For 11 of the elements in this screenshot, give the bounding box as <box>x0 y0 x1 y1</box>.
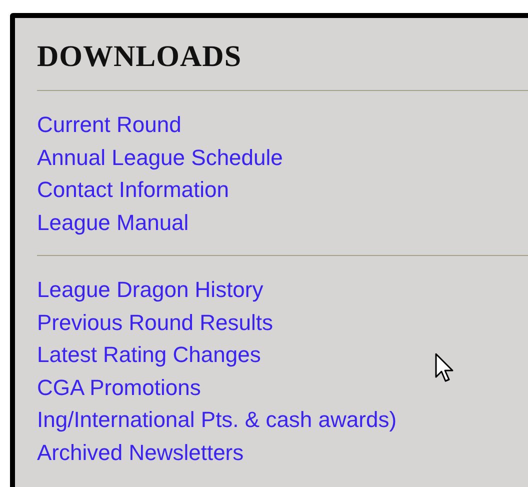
download-link[interactable]: Archived Newsletters <box>37 436 244 469</box>
download-link[interactable]: League Manual <box>37 206 189 239</box>
download-link[interactable]: Current Round <box>37 109 182 142</box>
download-link[interactable]: Contact Information <box>37 174 229 206</box>
download-link[interactable]: CGA Promotions <box>37 372 201 404</box>
download-link[interactable]: League Dragon History <box>37 274 264 306</box>
download-link[interactable]: Annual League Schedule <box>37 142 283 174</box>
panel-title: DOWNLOADS <box>37 40 243 74</box>
download-link[interactable]: Ing/International Pts. & cash awards) <box>37 404 397 436</box>
download-link[interactable]: Latest Rating Changes <box>37 339 261 372</box>
download-link[interactable]: Previous Round Results <box>37 306 274 339</box>
